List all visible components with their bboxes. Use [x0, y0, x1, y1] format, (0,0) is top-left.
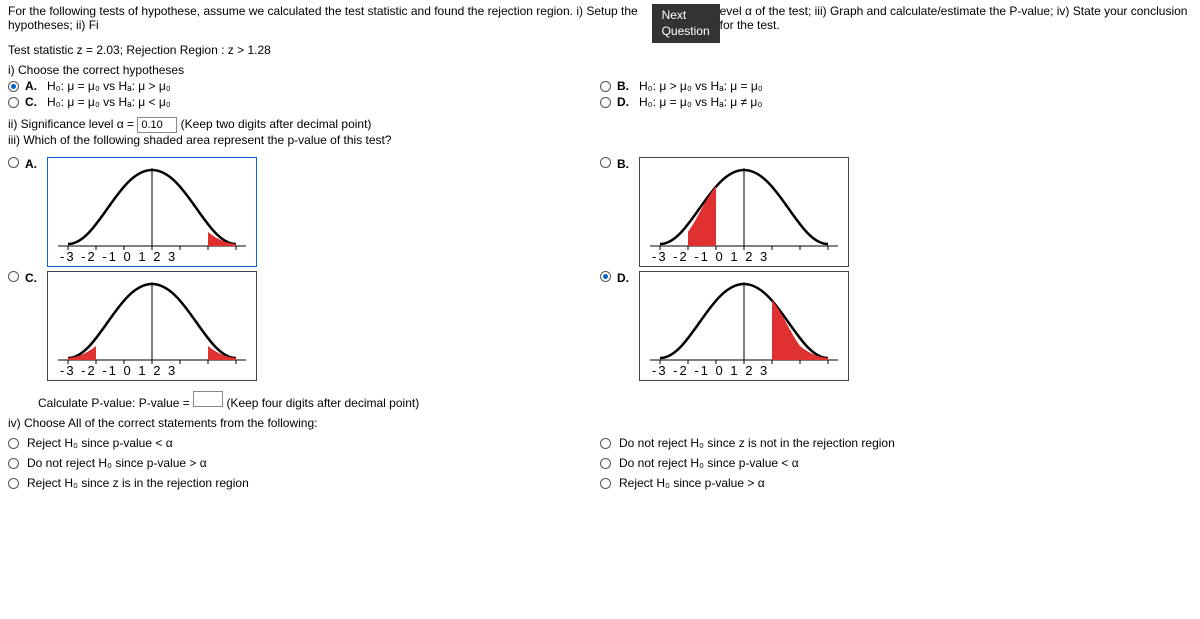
- radio-iii-c[interactable]: [8, 271, 19, 282]
- radio-i-a[interactable]: [8, 81, 19, 92]
- part-ii: ii) Significance level α = 0.10 (Keep tw…: [8, 117, 1192, 133]
- iii-c-label: C.: [25, 271, 41, 285]
- radio-iv-5[interactable]: [8, 478, 19, 489]
- radio-i-d[interactable]: [600, 97, 611, 108]
- i-opt-c: H₀: μ = μ₀ vs Hₐ: μ < μ₀: [47, 95, 171, 109]
- iii-b-label: B.: [617, 157, 633, 171]
- graph-b[interactable]: -3 -2 -1 0 1 2 3: [639, 157, 849, 267]
- iii-d-label: D.: [617, 271, 633, 285]
- radio-i-c[interactable]: [8, 97, 19, 108]
- part-iii: A. -3 -2 -1 0 1 2 3 C.: [8, 153, 1192, 385]
- iv-s6: Reject H₀ since p-value > α: [619, 476, 765, 490]
- radio-iv-2[interactable]: [600, 438, 611, 449]
- i-opt-a: H₀: μ = μ₀ vs Hₐ: μ > μ₀: [47, 79, 171, 93]
- radio-iv-1[interactable]: [8, 438, 19, 449]
- graph-a[interactable]: -3 -2 -1 0 1 2 3: [47, 157, 257, 267]
- radio-iv-4[interactable]: [600, 458, 611, 469]
- graph-d[interactable]: -3 -2 -1 0 1 2 3: [639, 271, 849, 381]
- iv-s2: Do not reject H₀ since z is not in the r…: [619, 436, 895, 450]
- iii-a-label: A.: [25, 157, 41, 171]
- iv-s5: Reject H₀ since z is in the rejection re…: [27, 476, 249, 490]
- part-i: i) Choose the correct hypotheses A. H₀: …: [8, 63, 1192, 111]
- pvalue-row: Calculate P-value: P-value = (Keep four …: [38, 391, 1192, 410]
- radio-iii-b[interactable]: [600, 157, 611, 168]
- header-line2: Test statistic z = 2.03; Rejection Regio…: [8, 43, 1192, 57]
- i-opt-b: H₀: μ > μ₀ vs Hₐ: μ = μ₀: [639, 79, 763, 93]
- iv-s1: Reject H₀ since p-value < α: [27, 436, 173, 450]
- i-prompt: i) Choose the correct hypotheses: [8, 63, 1192, 77]
- header-text-1: For the following tests of hypothese, as…: [8, 4, 652, 32]
- pvalue-input[interactable]: [193, 391, 223, 407]
- radio-i-b[interactable]: [600, 81, 611, 92]
- iv-s4: Do not reject H₀ since p-value < α: [619, 456, 799, 470]
- header-text-2: evel α of the test; iii) Graph and calcu…: [720, 4, 1192, 32]
- radio-iii-a[interactable]: [8, 157, 19, 168]
- iv-prompt: iv) Choose All of the correct statements…: [8, 416, 1192, 430]
- radio-iii-d[interactable]: [600, 271, 611, 282]
- radio-iv-3[interactable]: [8, 458, 19, 469]
- i-opt-d: H₀: μ = μ₀ vs Hₐ: μ ≠ μ₀: [639, 95, 762, 109]
- alpha-input[interactable]: 0.10: [137, 117, 177, 133]
- part-iv: iv) Choose All of the correct statements…: [8, 416, 1192, 490]
- next-question-button[interactable]: Next Question: [652, 4, 720, 43]
- iii-prompt: iii) Which of the following shaded area …: [8, 133, 1192, 147]
- ii-post: (Keep two digits after decimal point): [181, 117, 372, 131]
- ii-pre: ii) Significance level α =: [8, 117, 137, 131]
- iv-s3: Do not reject H₀ since p-value > α: [27, 456, 207, 470]
- radio-iv-6[interactable]: [600, 478, 611, 489]
- pval-post: (Keep four digits after decimal point): [226, 396, 419, 410]
- question-header: For the following tests of hypothese, as…: [8, 4, 1192, 43]
- graph-c[interactable]: -3 -2 -1 0 1 2 3: [47, 271, 257, 381]
- pval-pre: Calculate P-value: P-value =: [38, 396, 193, 410]
